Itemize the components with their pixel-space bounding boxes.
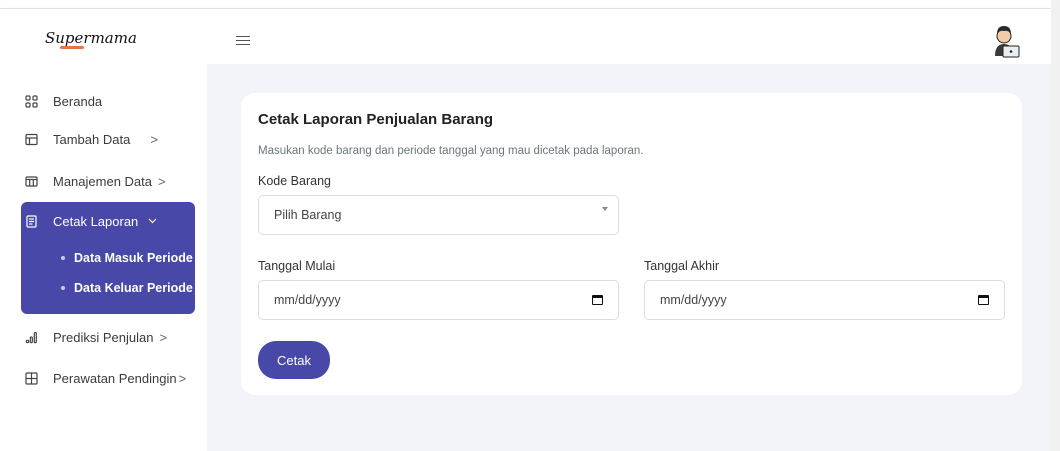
sidebar-item-label: Manajemen Data	[53, 173, 152, 189]
chevron-down-icon	[148, 215, 157, 227]
document-icon	[23, 213, 39, 229]
kode-barang-select[interactable]: Pilih Barang	[258, 195, 619, 235]
logo-underline	[60, 46, 84, 49]
sidebar-item-beranda[interactable]: Beranda	[21, 90, 195, 112]
tanggal-mulai-label: Tanggal Mulai	[258, 259, 336, 273]
chevron-right-icon: >	[159, 329, 168, 345]
sidebar-item-prediksi-penjulan[interactable]: Prediksi Penjulan >	[21, 326, 195, 348]
select-value: Pilih Barang	[274, 208, 342, 222]
scrollbar[interactable]	[1051, 0, 1060, 451]
top-bar: Supermama	[0, 8, 1051, 64]
form-card: Cetak Laporan Penjualan Barang Masukan k…	[241, 93, 1022, 395]
date-placeholder: mm/dd/yyyy	[274, 293, 341, 307]
main-content: Cetak Laporan Penjualan Barang Masukan k…	[207, 64, 1051, 451]
sidebar-item-label: Beranda	[53, 93, 103, 109]
menu-toggle-icon[interactable]	[236, 36, 250, 46]
date-placeholder: mm/dd/yyyy	[660, 293, 727, 307]
page-title: Cetak Laporan Penjualan Barang	[258, 111, 494, 128]
submenu-data-keluar-periode[interactable]: Data Keluar Periode	[61, 279, 193, 297]
chevron-right-icon: >	[178, 370, 187, 386]
cetak-button[interactable]: Cetak	[258, 341, 330, 379]
submenu-label: Data Keluar Periode	[74, 281, 193, 295]
plus-grid-icon	[23, 370, 39, 386]
kode-barang-label: Kode Barang	[258, 174, 331, 188]
columns-icon	[23, 173, 39, 189]
sidebar-item-label: Prediksi Penjulan	[53, 329, 154, 345]
brand-logo[interactable]: Supermama	[45, 29, 137, 51]
tanggal-akhir-input[interactable]: mm/dd/yyyy	[644, 280, 1005, 320]
sidebar-item-manajemen-data[interactable]: Manajemen Data >	[21, 170, 195, 192]
page-subtitle: Masukan kode barang dan periode tanggal …	[258, 145, 644, 157]
chevron-right-icon: >	[158, 173, 166, 189]
bullet-icon	[61, 256, 65, 260]
bar-chart-icon	[23, 329, 39, 345]
dropdown-caret-icon	[602, 207, 608, 211]
sidebar-active-group: Cetak Laporan Data Masuk Periode Data Ke…	[21, 202, 195, 314]
calendar-icon[interactable]	[978, 295, 989, 305]
chevron-right-icon: >	[150, 131, 158, 147]
sidebar-item-label: Perawatan Pendingin	[53, 370, 177, 386]
sidebar-item-cetak-laporan[interactable]: Cetak Laporan	[21, 210, 195, 232]
tanggal-akhir-label: Tanggal Akhir	[644, 259, 720, 273]
calendar-icon[interactable]	[592, 295, 603, 305]
tanggal-mulai-input[interactable]: mm/dd/yyyy	[258, 280, 619, 320]
sidebar-item-label: Tambah Data	[53, 131, 131, 147]
user-avatar[interactable]	[987, 22, 1021, 58]
sidebar-item-perawatan-pendingin[interactable]: Perawatan Pendingin >	[21, 367, 195, 389]
submenu-data-masuk-periode[interactable]: Data Masuk Periode	[61, 249, 193, 267]
sidebar-item-label: Cetak Laporan	[53, 213, 139, 229]
table-icon	[23, 131, 39, 147]
grid-icon	[23, 93, 39, 109]
sidebar-item-tambah-data[interactable]: Tambah Data >	[21, 128, 195, 150]
bullet-icon	[61, 286, 65, 290]
sidebar: Beranda Tambah Data > Manajemen Data > C…	[0, 64, 207, 451]
submenu-label: Data Masuk Periode	[74, 251, 193, 265]
